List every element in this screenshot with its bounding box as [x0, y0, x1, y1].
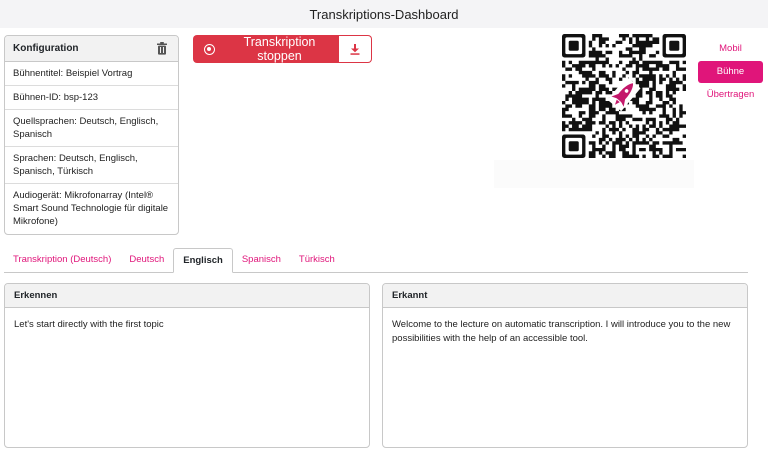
recognized-title: Erkannt — [383, 284, 747, 308]
recognizing-title: Erkennen — [5, 284, 369, 308]
tab-english[interactable]: Englisch — [173, 248, 233, 273]
tab-spanish[interactable]: Spanisch — [233, 248, 290, 272]
trash-icon[interactable] — [156, 42, 168, 55]
qr-finder-bottom-left — [562, 134, 586, 158]
tab-german[interactable]: Deutsch — [120, 248, 173, 272]
config-title: Konfiguration — [13, 43, 79, 54]
config-stage-id: Bühnen-ID: bsp-123 — [5, 86, 178, 110]
config-panel: Konfiguration Bühnentitel: Beispiel Vort… — [4, 35, 179, 235]
download-icon — [350, 43, 360, 55]
qr-finder-top-left — [562, 34, 586, 58]
record-icon — [204, 43, 215, 55]
stop-transcription-button[interactable]: Transkription stoppen — [193, 35, 339, 63]
recognizing-panel: Erkennen Let's start directly with the f… — [4, 283, 370, 448]
tab-transcription-german[interactable]: Transkription (Deutsch) — [4, 248, 120, 272]
config-audio-device: Audiogerät: Mikrofonarray (Intel® Smart … — [13, 190, 169, 227]
recognized-panel: Erkannt Welcome to the lecture on automa… — [382, 283, 748, 448]
rocket-icon — [607, 76, 641, 112]
qr-finder-top-right — [662, 34, 686, 58]
view-stage-button[interactable]: Bühne — [698, 61, 763, 83]
window-title: Transkriptions-Dashboard — [0, 0, 768, 28]
tab-turkish[interactable]: Türkisch — [290, 248, 344, 272]
config-source-languages: Quellsprachen: Deutsch, Englisch, Spanis… — [5, 110, 178, 147]
qr-shadow — [494, 160, 694, 188]
download-button[interactable] — [339, 35, 372, 63]
view-mobile-button[interactable]: Mobil — [698, 38, 763, 60]
view-switcher: Mobil Bühne Übertragen — [698, 38, 763, 107]
transcription-controls: Transkription stoppen — [193, 35, 372, 63]
recognized-text: Welcome to the lecture on automatic tran… — [392, 319, 731, 344]
config-header: Konfiguration — [5, 36, 178, 62]
recognizing-text: Let's start directly with the first topi… — [14, 319, 164, 330]
language-tabs: Transkription (Deutsch) Deutsch Englisch… — [4, 248, 748, 273]
qr-code — [562, 34, 686, 158]
view-broadcast-button[interactable]: Übertragen — [698, 84, 763, 106]
stop-transcription-label: Transkription stoppen — [243, 35, 316, 63]
config-stage-title: Bühnentitel: Beispiel Vortrag — [5, 62, 178, 86]
config-languages: Sprachen: Deutsch, Englisch, Spanisch, T… — [5, 147, 178, 184]
